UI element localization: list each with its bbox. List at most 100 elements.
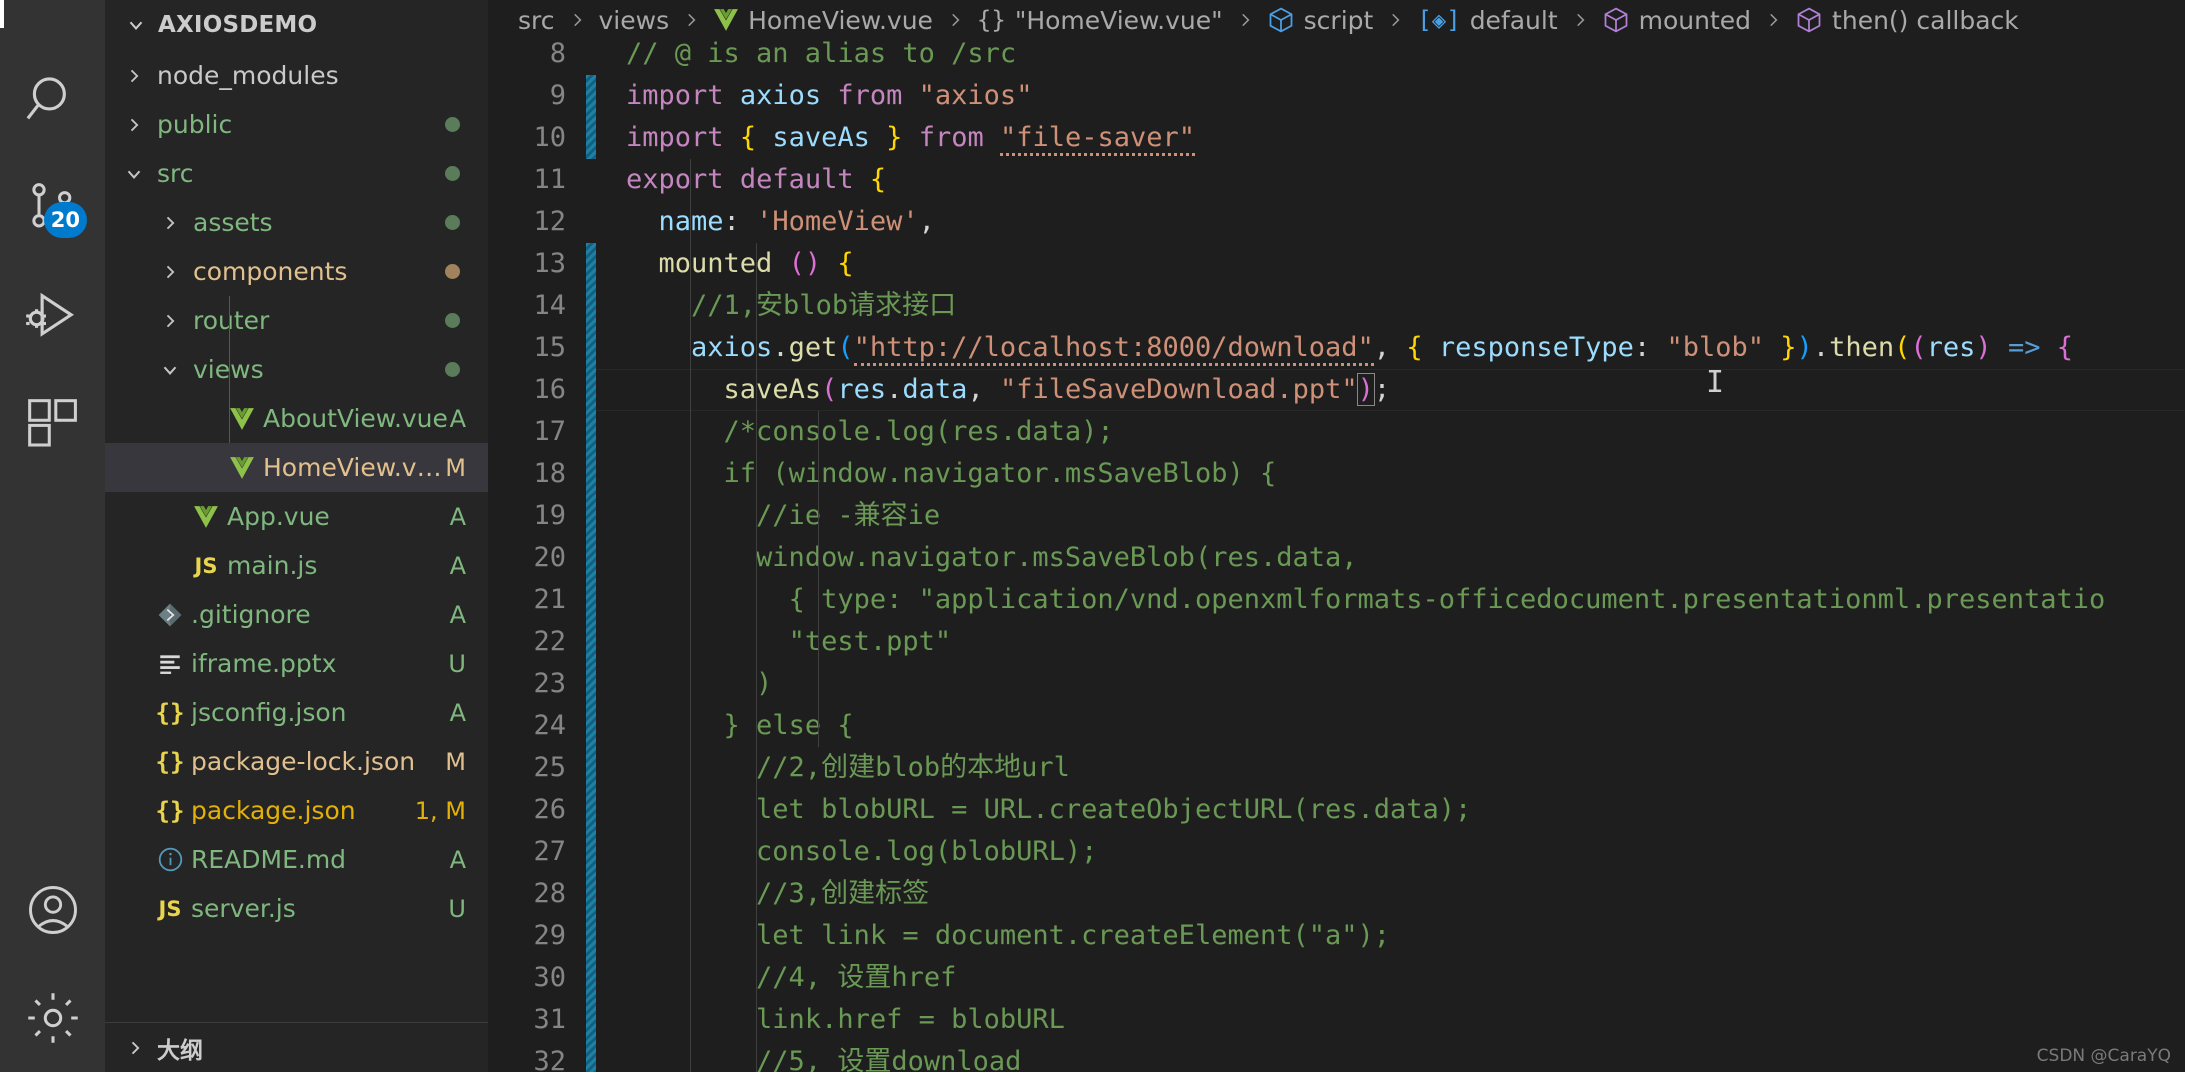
code-line[interactable]: 9 import axios from "axios": [488, 75, 2185, 117]
tree-file-row[interactable]: App.vue A: [105, 492, 488, 541]
code-line[interactable]: 10 import { saveAs } from "file-saver": [488, 117, 2185, 159]
tree-folder-row[interactable]: node_modules: [105, 51, 488, 100]
breadcrumb[interactable]: src views HomeView.vue {} "HomeView.vue" scri…: [488, 0, 2185, 40]
code-line[interactable]: 23 ): [488, 663, 2185, 705]
git-status-badge: M: [445, 453, 466, 482]
code-line[interactable]: 18 if (window.navigator.msSaveBlob) {: [488, 453, 2185, 495]
tree-file-row[interactable]: {} package.json 1, M: [105, 786, 488, 835]
extensions-icon[interactable]: [0, 370, 105, 478]
tree-folder-row[interactable]: assets: [105, 198, 488, 247]
search-icon[interactable]: [0, 46, 105, 154]
account-icon[interactable]: [0, 856, 105, 964]
code-line[interactable]: 21 { type: "application/vnd.openxmlforma…: [488, 579, 2185, 621]
file-tree[interactable]: node_modules public src assets components rou…: [105, 49, 488, 1022]
gutter-change-marker: [586, 789, 596, 831]
chevron-right-icon[interactable]: [155, 213, 185, 233]
chevron-right-icon[interactable]: [119, 66, 149, 86]
explorer-root-folder[interactable]: AXIOSDEMO: [105, 0, 488, 49]
tree-item-label: src: [157, 159, 194, 188]
tree-item-label: App.vue: [227, 502, 330, 531]
line-number: 31: [533, 1004, 566, 1035]
breadcrumb-item[interactable]: script: [1267, 6, 1373, 35]
activity-bar-bottom: [0, 856, 105, 1072]
gutter-change-marker: [586, 705, 596, 747]
code-editor[interactable]: 8 // @ is an alias to /src 9 import axios f…: [488, 40, 2185, 1072]
run-debug-icon[interactable]: [0, 262, 105, 370]
code-line-text: saveAs(res.data, "fileSaveDownload.ppt")…: [723, 373, 1391, 406]
tree-file-row[interactable]: {} package-lock.json M: [105, 737, 488, 786]
chevron-down-icon[interactable]: [119, 163, 149, 185]
breadcrumb-item-label: mounted: [1638, 5, 1752, 35]
chevron-right-icon[interactable]: [119, 115, 149, 135]
line-number: 22: [533, 626, 566, 657]
code-line[interactable]: 16 saveAs(res.data, "fileSaveDownload.pp…: [488, 369, 2185, 411]
tree-file-row[interactable]: .gitignore A: [105, 590, 488, 639]
breadcrumb-item[interactable]: then() callback: [1795, 6, 2019, 35]
editor-pane: src views HomeView.vue {} "HomeView.vue" scri…: [488, 0, 2185, 1072]
settings-gear-icon[interactable]: [0, 964, 105, 1072]
code-line[interactable]: 17 /*console.log(res.data);: [488, 411, 2185, 453]
git-status-dot: [445, 166, 488, 181]
code-line[interactable]: 11 export default {: [488, 159, 2185, 201]
dot-shape: [445, 117, 460, 132]
tree-file-row[interactable]: README.md A: [105, 835, 488, 884]
code-line[interactable]: 20 window.navigator.msSaveBlob(res.data,: [488, 537, 2185, 579]
breadcrumb-item-label: views: [598, 5, 670, 35]
module-blue-icon: [◈]: [1417, 6, 1461, 34]
code-line[interactable]: 14 //1,安blob请求接口: [488, 285, 2185, 327]
git-status-badge: A: [449, 404, 466, 433]
mouse-text-cursor: I: [1706, 365, 1725, 400]
code-line[interactable]: 28 //3,创建标签: [488, 873, 2185, 915]
git-status-badge: A: [449, 502, 466, 531]
line-number: 16: [533, 374, 566, 405]
code-line[interactable]: 19 //ie -兼容ie: [488, 495, 2185, 537]
code-line[interactable]: 12 name: 'HomeView',: [488, 201, 2185, 243]
line-number: 13: [533, 248, 566, 279]
line-number: 9: [549, 80, 566, 111]
tree-file-row[interactable]: JS main.js A: [105, 541, 488, 590]
code-line[interactable]: 15 axios.get("http://localhost:8000/down…: [488, 327, 2185, 369]
breadcrumb-item[interactable]: src: [518, 6, 555, 35]
tree-folder-row[interactable]: src: [105, 149, 488, 198]
tree-file-row[interactable]: iframe.pptx U: [105, 639, 488, 688]
gutter-change-marker: [586, 1041, 596, 1072]
code-line[interactable]: 13 mounted () {: [488, 243, 2185, 285]
code-line[interactable]: 25 //2,创建blob的本地url: [488, 747, 2185, 789]
code-line[interactable]: 29 let link = document.createElement("a"…: [488, 915, 2185, 957]
tree-folder-row[interactable]: components: [105, 247, 488, 296]
code-line[interactable]: 22 "test.ppt": [488, 621, 2185, 663]
tree-item-label: main.js: [227, 551, 318, 580]
code-line-text: if (window.navigator.msSaveBlob) {: [723, 458, 1277, 489]
code-line[interactable]: 24 } else {: [488, 705, 2185, 747]
tree-file-row[interactable]: {} jsconfig.json A: [105, 688, 488, 737]
code-line[interactable]: 27 console.log(blobURL);: [488, 831, 2185, 873]
breadcrumb-item[interactable]: {} "HomeView.vue": [977, 6, 1223, 35]
outline-section-header[interactable]: 大纲: [105, 1022, 488, 1072]
breadcrumb-item[interactable]: views: [599, 6, 670, 35]
breadcrumb-item[interactable]: [◈] default: [1417, 6, 1557, 35]
code-line[interactable]: 31 link.href = blobURL: [488, 999, 2185, 1041]
chevron-down-icon: [125, 14, 147, 36]
breadcrumb-item[interactable]: mounted: [1602, 6, 1751, 35]
code-line[interactable]: 30 //4, 设置href: [488, 957, 2185, 999]
tree-file-row[interactable]: JS server.js U: [105, 884, 488, 933]
tree-folder-row[interactable]: views: [105, 345, 488, 394]
source-control-icon[interactable]: 20: [0, 154, 105, 262]
chevron-down-icon[interactable]: [155, 359, 185, 381]
tree-file-row[interactable]: AboutView.vue A: [105, 394, 488, 443]
tree-indent-spacer: [105, 663, 119, 664]
tree-folder-row[interactable]: router: [105, 296, 488, 345]
code-line[interactable]: 32 //5, 设置download: [488, 1041, 2185, 1072]
breadcrumb-separator-icon: [1571, 11, 1589, 29]
line-number: 30: [533, 962, 566, 993]
chevron-right-icon[interactable]: [155, 311, 185, 331]
tree-indent-spacer: [105, 320, 155, 321]
code-line[interactable]: 8 // @ is an alias to /src: [488, 40, 2185, 75]
tree-file-row[interactable]: HomeView.vue M: [105, 443, 488, 492]
breadcrumb-item[interactable]: HomeView.vue: [713, 6, 933, 35]
code-line[interactable]: 26 let blobURL = URL.createObjectURL(res…: [488, 789, 2185, 831]
chevron-right-icon[interactable]: [155, 262, 185, 282]
git-status-dot: [445, 313, 488, 328]
git-status-dot: [445, 215, 488, 230]
tree-folder-row[interactable]: public: [105, 100, 488, 149]
